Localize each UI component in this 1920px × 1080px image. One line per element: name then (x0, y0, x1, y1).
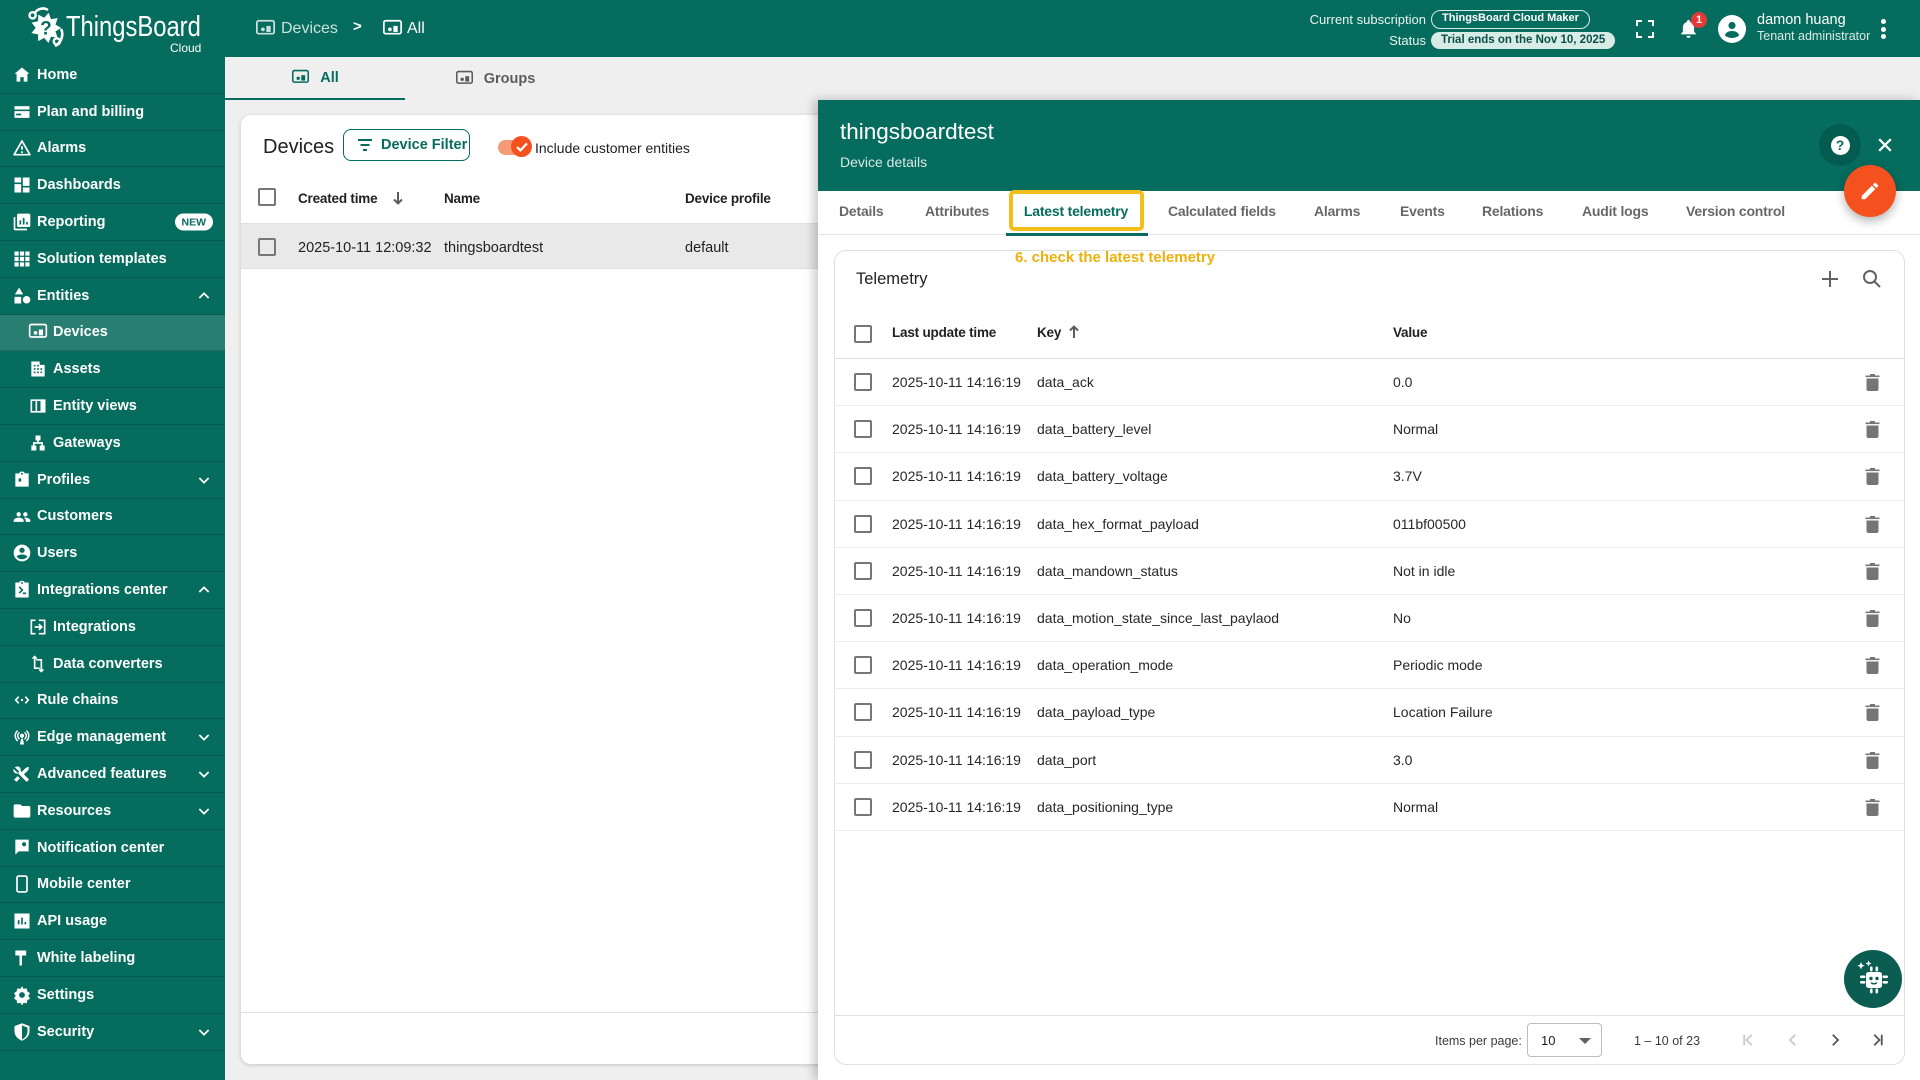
svg-text:?: ? (40, 19, 52, 40)
